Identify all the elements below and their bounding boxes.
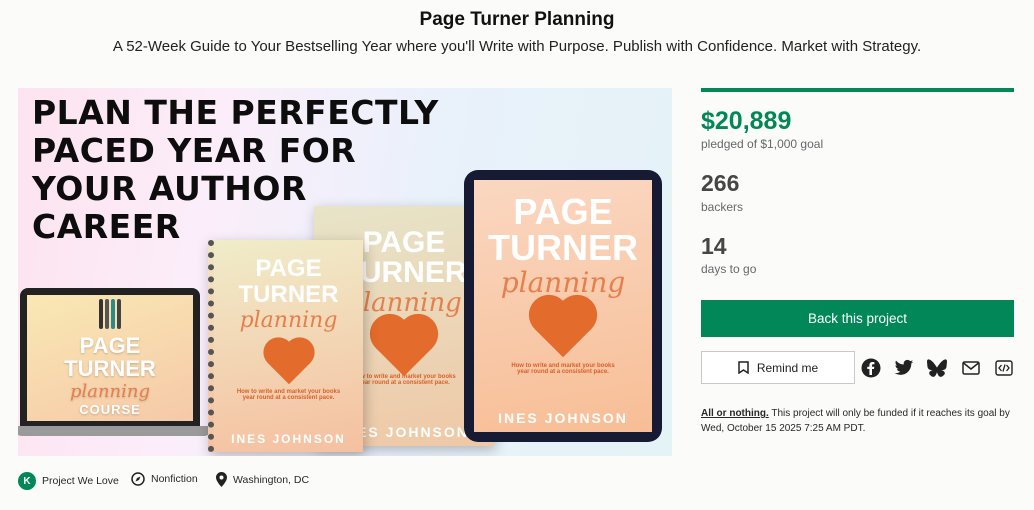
- laptop-mockup: PAGE TURNER planning COURSE: [20, 288, 200, 428]
- tablet-cover-line2: TURNER: [488, 227, 638, 268]
- funding-progress-bar: [701, 88, 1014, 92]
- days-to-go-label: days to go: [701, 262, 757, 276]
- project-title: Page Turner Planning: [419, 9, 615, 30]
- pledged-amount: $20,889: [701, 107, 792, 135]
- tablet-cover-tagline: How to write and market your books year …: [511, 363, 615, 375]
- twitter-icon[interactable]: [893, 357, 915, 379]
- kickstarter-k-icon: K: [18, 472, 36, 490]
- planner-cover-script: planning: [239, 308, 338, 333]
- days-to-go-count: 14: [701, 233, 727, 259]
- planner-cover-line1: PAGE: [255, 255, 322, 282]
- book-cover-script: planning: [346, 288, 462, 318]
- heart-icon: [534, 300, 592, 358]
- back-this-project-button[interactable]: Back this project: [701, 300, 1014, 337]
- laptop-cover-line2: TURNER: [64, 356, 156, 381]
- location-pin-icon: [216, 472, 227, 487]
- heart-icon: [267, 341, 310, 385]
- planner-cover-line2: TURNER: [238, 281, 339, 308]
- compass-icon: [131, 472, 145, 486]
- laptop-base: [18, 426, 212, 436]
- project-we-love-badge[interactable]: K Project We Love: [18, 472, 119, 490]
- pens-icon: [93, 299, 127, 333]
- pledged-goal-text: pledged of $1,000 goal: [701, 137, 824, 151]
- project-hero-image[interactable]: PLAN THE PERFECTLY PACED YEAR FOR YOUR A…: [18, 88, 672, 456]
- planner-cover-author: INES JOHNSON: [231, 432, 346, 446]
- bluesky-icon[interactable]: [926, 357, 948, 379]
- all-or-nothing-link[interactable]: All or nothing.: [701, 408, 769, 419]
- laptop-cover-script: planning: [69, 381, 151, 402]
- location-label: Washington, DC: [233, 473, 310, 486]
- facebook-icon[interactable]: [860, 357, 882, 379]
- book-cover-line1: PAGE: [362, 226, 446, 259]
- laptop-cover-line1: PAGE: [79, 333, 141, 358]
- project-we-love-label: Project We Love: [42, 475, 119, 487]
- laptop-cover-line3: COURSE: [79, 402, 141, 417]
- funding-note: All or nothing. This project will only b…: [701, 406, 1021, 436]
- tablet-cover-author: INES JOHNSON: [498, 410, 628, 426]
- email-icon[interactable]: [960, 357, 982, 379]
- project-subtitle: A 52-Week Guide to Your Bestselling Year…: [112, 38, 922, 55]
- planner-cover-tagline: How to write and market your books year …: [236, 389, 341, 401]
- category-link[interactable]: Nonfiction: [131, 472, 198, 486]
- spiral-planner: PAGE TURNER planning How to write and ma…: [208, 240, 363, 452]
- remind-me-button[interactable]: Remind me: [701, 351, 855, 384]
- backers-count: 266: [701, 170, 740, 196]
- embed-icon[interactable]: [993, 357, 1015, 379]
- location-link[interactable]: Washington, DC: [216, 472, 309, 487]
- remind-me-label: Remind me: [756, 360, 819, 375]
- category-label: Nonfiction: [151, 473, 198, 485]
- backers-label: backers: [701, 200, 744, 214]
- bookmark-icon: [738, 361, 749, 374]
- tablet-mockup: PAGE TURNER planning How to write and ma…: [464, 170, 662, 442]
- tablet-cover-script: planning: [500, 266, 626, 299]
- tablet-cover-line1: PAGE: [513, 191, 613, 232]
- heart-icon: [375, 319, 433, 377]
